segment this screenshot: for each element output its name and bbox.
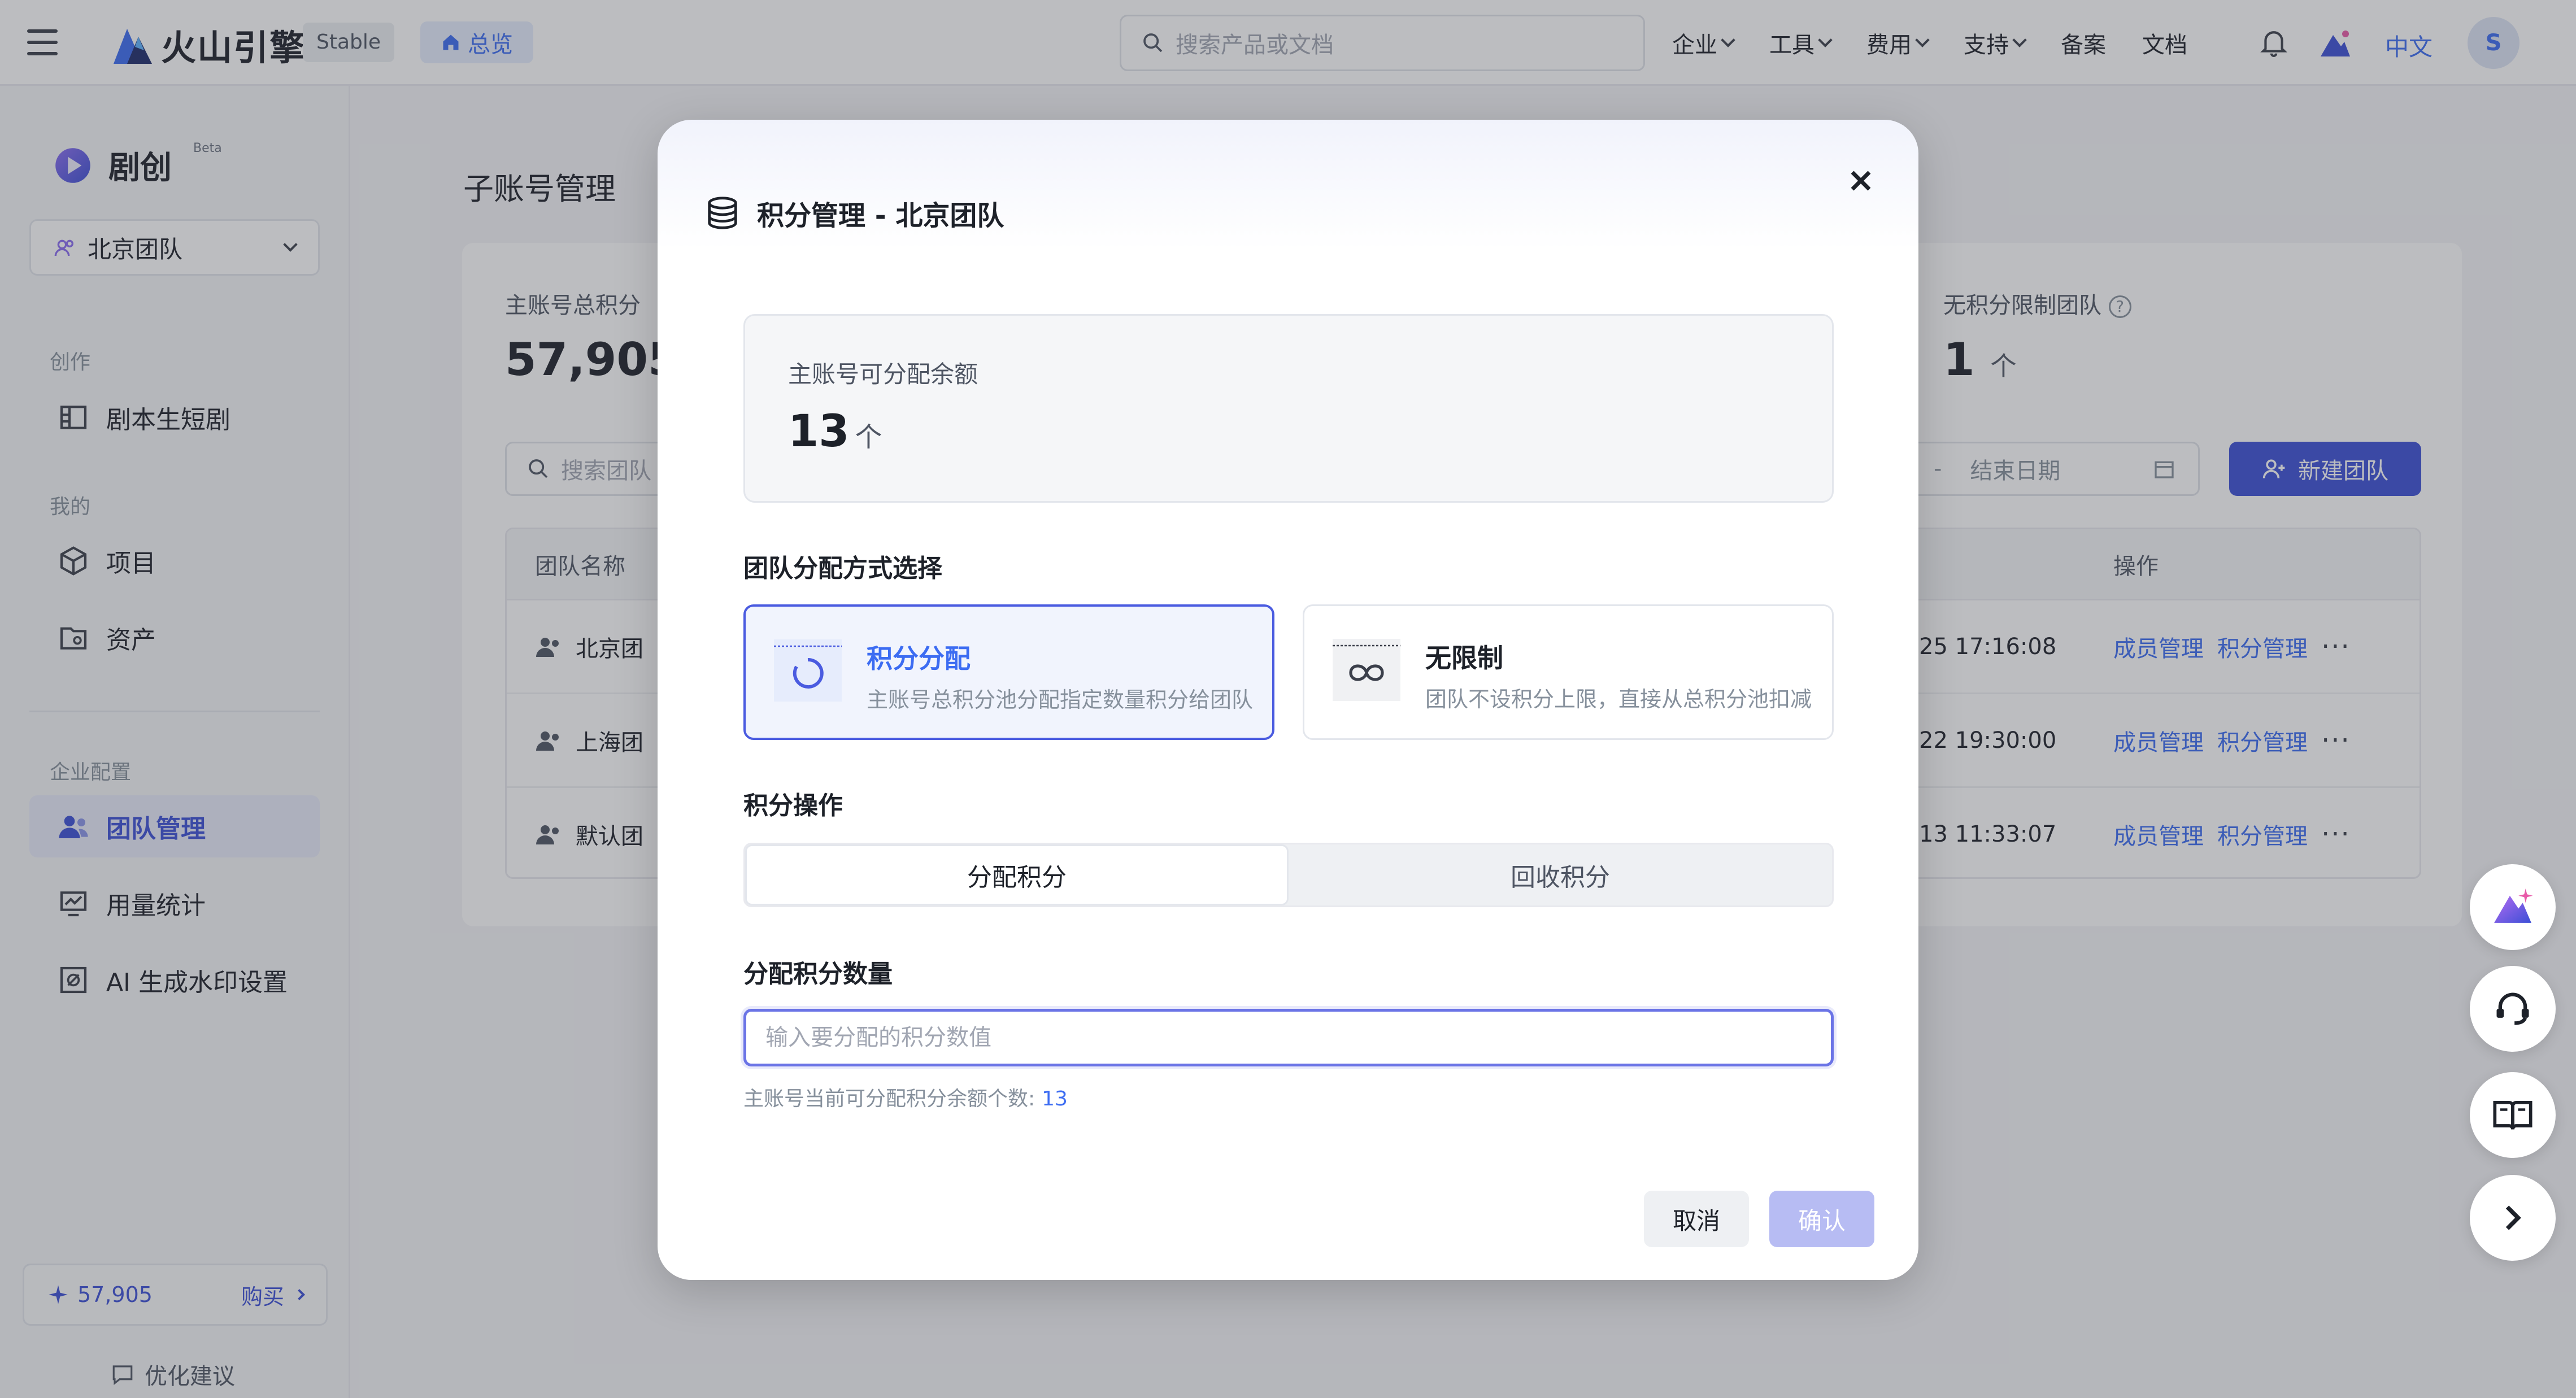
ops-section-label: 积分操作 xyxy=(743,791,843,820)
segment-reclaim[interactable]: 回收积分 xyxy=(1289,844,1832,905)
mode-unlimited-card[interactable]: 无限制 团队不设积分上限，直接从总积分池扣减 xyxy=(1303,604,1834,740)
segment-allocate[interactable]: 分配积分 xyxy=(745,844,1289,905)
amount-hint-value: 13 xyxy=(1042,1087,1068,1110)
balance-number: 13 xyxy=(788,406,850,457)
mode-section-label: 团队分配方式选择 xyxy=(743,554,942,583)
support-button[interactable] xyxy=(2470,966,2556,1052)
collapse-panel-button[interactable] xyxy=(2470,1175,2556,1261)
amount-hint: 主账号当前可分配积分余额个数: 13 xyxy=(743,1082,1068,1112)
confirm-button[interactable]: 确认 xyxy=(1769,1191,1874,1247)
mode-allocate-title: 积分分配 xyxy=(867,643,971,674)
headset-icon xyxy=(2496,992,2529,1025)
credit-management-dialog: 积分管理 - 北京团队 主账号可分配余额 13 个 团队分配方式选择 积分分配 主… xyxy=(658,120,1918,1280)
mountain-sparkle-icon xyxy=(2494,889,2533,923)
ai-assistant-button[interactable] xyxy=(2470,864,2556,950)
amount-hint-text: 主账号当前可分配积分余额个数: xyxy=(743,1087,1035,1110)
balance-unit: 个 xyxy=(855,421,882,453)
mode-allocate-desc: 主账号总积分池分配指定数量积分给团队 xyxy=(867,687,1254,712)
open-book-icon xyxy=(2493,1100,2533,1130)
allocate-spinner-icon xyxy=(774,639,842,702)
credit-ops-segmented: 分配积分 回收积分 xyxy=(743,843,1834,907)
balance-card: 主账号可分配余额 13 个 xyxy=(743,314,1834,503)
balance-label: 主账号可分配余额 xyxy=(788,360,978,388)
close-icon[interactable] xyxy=(1844,164,1878,198)
chevron-right-icon xyxy=(2505,1205,2521,1230)
mode-unlimited-title: 无限制 xyxy=(1425,643,1503,673)
dialog-title-text: 积分管理 - 北京团队 xyxy=(757,200,1004,232)
mode-unlimited-desc: 团队不设积分上限，直接从总积分池扣减 xyxy=(1425,687,1812,712)
dialog-title: 积分管理 - 北京团队 xyxy=(703,193,1004,233)
amount-input[interactable] xyxy=(743,1009,1834,1066)
balance-value: 13 个 xyxy=(788,406,882,457)
infinity-icon xyxy=(1333,639,1400,701)
amount-label: 分配积分数量 xyxy=(743,960,893,988)
docs-button[interactable] xyxy=(2470,1072,2556,1158)
coin-stack-icon xyxy=(708,197,737,229)
cancel-button[interactable]: 取消 xyxy=(1644,1191,1749,1247)
mode-allocate-card[interactable]: 积分分配 主账号总积分池分配指定数量积分给团队 xyxy=(743,604,1274,740)
